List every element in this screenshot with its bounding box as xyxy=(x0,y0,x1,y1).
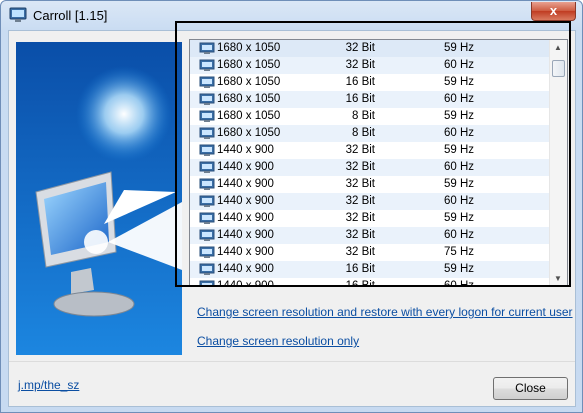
change-resolution-only-link[interactable]: Change screen resolution only xyxy=(197,334,359,348)
monitor-app-icon xyxy=(9,7,27,22)
restore-every-logon-link[interactable]: Change screen resolution and restore wit… xyxy=(197,305,573,319)
window-title: Carroll [1.15] xyxy=(33,8,108,23)
monitor-illustration xyxy=(16,42,182,355)
footer-divider xyxy=(9,361,575,362)
close-button[interactable]: Close xyxy=(493,377,568,400)
website-link[interactable]: j.mp/the_sz xyxy=(18,378,79,392)
highlight-frame xyxy=(175,21,571,287)
window-close-button[interactable]: x xyxy=(531,2,576,21)
